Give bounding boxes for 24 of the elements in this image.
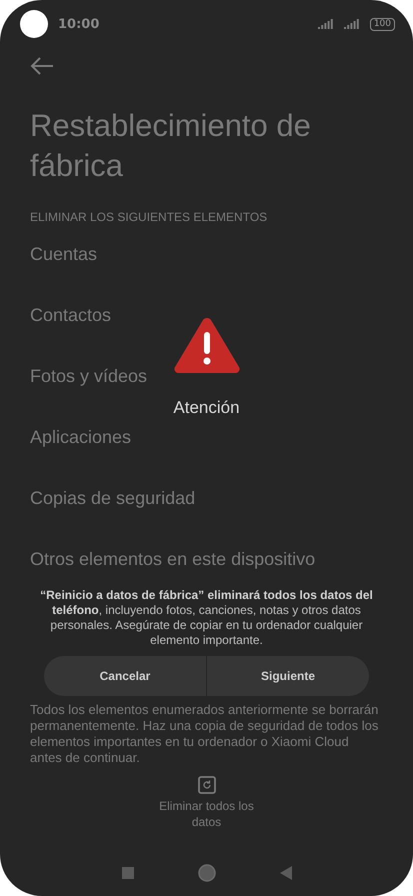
list-item: Cuentas: [30, 244, 98, 265]
signal-icon: [318, 18, 334, 30]
page-title: Restablecimiento de fábrica: [30, 107, 312, 185]
cancel-button[interactable]: Cancelar: [44, 656, 206, 696]
next-button[interactable]: Siguiente: [206, 656, 369, 696]
recents-icon[interactable]: [122, 867, 134, 879]
reset-icon: [198, 776, 216, 794]
dialog-title: Atención: [173, 398, 240, 418]
status-time: 10:00: [58, 16, 100, 32]
list-item: Contactos: [30, 305, 112, 326]
warning-note: Todos los elementos enumerados anteriormente se borrarán permanentemente. Haz una copia de seguridad de todos los elementos importantes en tu ordenador o Xiaomi Cloud antes de continuar.: [30, 702, 380, 766]
warning-icon: [172, 316, 240, 374]
list-item: Aplicaciones: [30, 427, 132, 448]
list-item: Otros elementos en este dispositivo: [30, 549, 316, 570]
camera-hole: [20, 10, 48, 38]
back-icon[interactable]: [280, 866, 292, 880]
home-icon[interactable]: [198, 864, 216, 882]
dialog-message: “Reinicio a datos de fábrica” eliminará todos los datos del teléfono, incluyendo fotos, canciones, notas y otros datos personales. Asegúrate de copiar en tu ordenador cualquier elemento importante.: [40, 588, 373, 648]
erase-all-button[interactable]: Eliminar todos los datos: [146, 776, 266, 830]
battery-level: 100: [370, 18, 395, 30]
section-header: ELIMINAR LOS SIGUIENTES ELEMENTOS: [30, 210, 268, 224]
list-item: Copias de seguridad: [30, 488, 196, 509]
signal-icon: [344, 18, 360, 30]
list-item: Fotos y vídeos: [30, 366, 148, 387]
